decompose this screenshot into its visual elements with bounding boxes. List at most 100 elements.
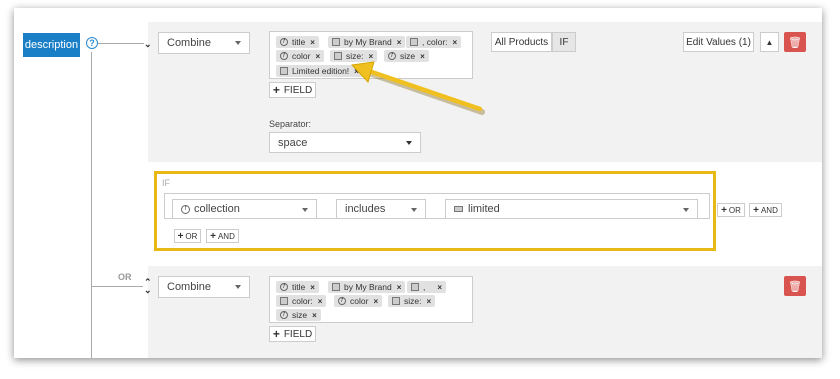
condition-field-value: collection [194, 203, 240, 215]
remove-tag-icon[interactable]: × [437, 283, 442, 292]
tag-label: by My Brand [344, 282, 392, 292]
tree-vertical-line [91, 52, 92, 358]
tag-label: Limited edition! [292, 66, 350, 76]
function-icon: f [280, 283, 288, 291]
caret-down-icon [683, 208, 689, 212]
remove-tag-icon[interactable]: × [312, 311, 317, 320]
caret-down-icon [235, 41, 241, 45]
condition-field-select[interactable]: f collection [172, 199, 317, 219]
plus-icon: + [721, 204, 727, 216]
function-icon: f [280, 52, 288, 60]
plus-icon: + [272, 327, 280, 341]
tag-label: size: [404, 296, 422, 306]
add-field-label: FIELD [283, 328, 313, 340]
text-icon [280, 67, 288, 75]
tag-label: , [423, 282, 426, 292]
remove-tag-icon[interactable]: × [318, 297, 323, 306]
function-icon: f [388, 52, 396, 60]
text-icon [334, 52, 342, 60]
separator-value: space [278, 136, 308, 149]
add-field-button-2[interactable]: + FIELD [269, 326, 316, 342]
text-icon [454, 206, 463, 212]
combine-mode-value: Combine [167, 281, 212, 293]
tag-label: title [292, 37, 306, 47]
tag-label: color: [292, 296, 313, 306]
add-or-button[interactable]: + OR [174, 229, 201, 243]
function-icon: f [280, 38, 288, 46]
tag-chip[interactable]: color: × [276, 295, 327, 307]
if-label: IF [162, 178, 170, 188]
tag-chip[interactable]: , × [407, 281, 447, 293]
condition-value: limited [468, 203, 500, 215]
remove-tag-icon[interactable]: × [426, 297, 431, 306]
text-icon [392, 297, 400, 305]
description-field-button[interactable]: description [23, 33, 80, 57]
add-and-group-button[interactable]: + AND [749, 203, 782, 217]
move-up-button[interactable]: ▲ [760, 32, 779, 52]
tag-label: , color: [422, 37, 448, 47]
tag-chip[interactable]: , color: × [406, 36, 462, 48]
tag-chip[interactable]: size: × [388, 295, 436, 307]
edit-values-button[interactable]: Edit Values (1) [683, 32, 754, 52]
plus-icon: + [753, 204, 759, 216]
separator-label: Separator: [269, 119, 312, 129]
add-and-label: AND [217, 231, 235, 241]
tag-chip[interactable]: f size × [276, 309, 321, 321]
chevron-down-icon[interactable]: ⌄ [144, 39, 152, 50]
caret-down-icon [302, 208, 308, 212]
help-icon[interactable]: ? [86, 37, 98, 49]
condition-operator-value: includes [345, 203, 386, 215]
function-icon: f [338, 297, 346, 305]
tag-chip[interactable]: by My Brand × [328, 36, 406, 48]
delete-rule-button-2[interactable]: 🗑 [784, 276, 806, 296]
reorder-icon[interactable]: ⌃ ⌄ [144, 278, 152, 295]
add-and-label: AND [760, 205, 778, 215]
tag-label: title [292, 282, 306, 292]
remove-tag-icon[interactable]: × [373, 297, 378, 306]
add-or-label: OR [728, 205, 741, 215]
remove-tag-icon[interactable]: × [397, 38, 402, 47]
tag-label: color [350, 296, 369, 306]
tag-label: by My Brand [344, 37, 392, 47]
text-icon [410, 38, 418, 46]
tag-chip[interactable]: by My Brand × [328, 281, 406, 293]
annotation-arrow [350, 61, 485, 115]
add-or-label: OR [185, 231, 198, 241]
plus-icon: + [210, 230, 216, 242]
separator-select[interactable]: space [269, 132, 421, 153]
remove-tag-icon[interactable]: × [315, 52, 320, 61]
add-field-button[interactable]: + FIELD [269, 82, 316, 98]
caret-down-icon [235, 285, 241, 289]
function-icon: f [280, 311, 288, 319]
remove-tag-icon[interactable]: × [453, 38, 458, 47]
remove-tag-icon[interactable]: × [310, 283, 315, 292]
plus-icon: + [272, 83, 280, 97]
remove-tag-icon[interactable]: × [397, 283, 402, 292]
tag-chip[interactable]: f color × [276, 50, 325, 62]
rule-editor: description ? ⌄ Combine f title × by My … [14, 8, 822, 358]
delete-rule-button[interactable]: 🗑 [784, 32, 806, 52]
tag-chip[interactable]: f color × [334, 295, 383, 307]
tag-chip[interactable]: f title × [276, 36, 319, 48]
tree-connector-or [91, 286, 143, 287]
tag-chip[interactable]: f title × [276, 281, 319, 293]
condition-operator-select[interactable]: includes [336, 199, 426, 219]
if-toggle-button[interactable]: IF [552, 32, 576, 52]
tag-label: color [292, 51, 311, 61]
remove-tag-icon[interactable]: × [310, 38, 315, 47]
all-products-button[interactable]: All Products [491, 32, 552, 52]
trash-icon: 🗑 [788, 36, 802, 49]
function-icon: f [181, 204, 190, 214]
combine-mode-select[interactable]: Combine [158, 32, 250, 54]
text-icon [332, 38, 340, 46]
tag-label: size [292, 310, 308, 320]
plus-icon: + [177, 230, 184, 242]
add-field-label: FIELD [283, 84, 313, 96]
tag-input-2[interactable]: f title × by My Brand × , × color: × f c… [269, 276, 473, 323]
text-icon [280, 297, 288, 305]
combine-mode-select-2[interactable]: Combine [158, 276, 250, 298]
trash-icon: 🗑 [788, 280, 802, 293]
add-or-group-button[interactable]: + OR [717, 203, 745, 217]
condition-value-input[interactable]: limited [445, 199, 698, 219]
add-and-button[interactable]: + AND [206, 229, 239, 243]
